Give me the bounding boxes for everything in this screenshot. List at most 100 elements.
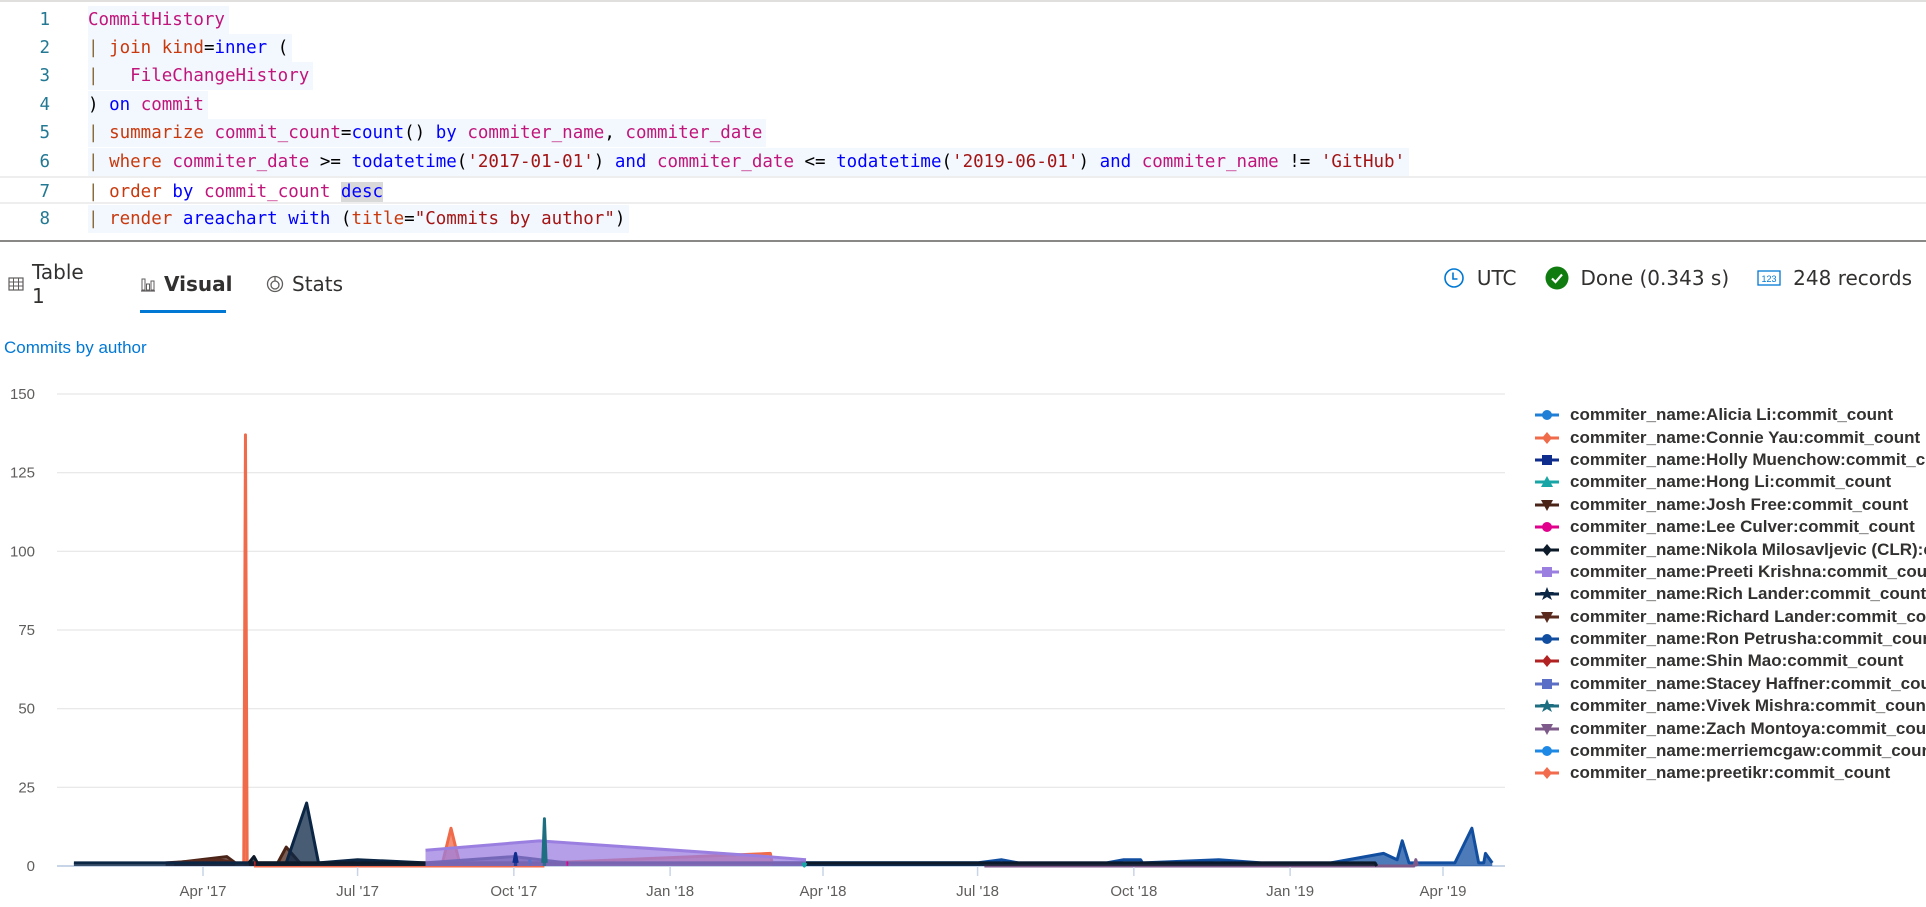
code-line[interactable]: 8 | render areachart with (title="Commits… (0, 205, 1926, 233)
code-line[interactable]: 2 | join kind=inner ( (0, 34, 1926, 62)
code-line[interactable]: 3 | FileChangeHistory (0, 62, 1926, 90)
legend-label: commiter_name:Holly Muenchow:commit_coun… (1570, 449, 1926, 469)
code-line[interactable]: 5 | summarize commit_count=count() by com… (0, 119, 1926, 147)
series-1 (242, 433, 774, 866)
code-line[interactable]: 1 CommitHistory (0, 6, 1926, 34)
chart-title: Commits by author (4, 338, 147, 357)
legend-label: commiter_name:Stacey Haffner:commit_coun… (1570, 673, 1926, 693)
legend-label: commiter_name:Vivek Mishra:commit_count (1570, 696, 1926, 716)
x-tick-label: Jan '18 (646, 883, 694, 900)
code-token: with (288, 209, 331, 229)
legend-item[interactable]: commiter_name:Ron Petrusha:commit_count (1535, 628, 1926, 650)
code-token: ( (330, 209, 352, 229)
legend-label: commiter_name:Shin Mao:commit_count (1570, 651, 1904, 671)
code-text: | order by commit_count desc (88, 178, 387, 206)
legend-marker-icon (1535, 699, 1559, 713)
line-number: 3 (39, 66, 50, 86)
query-status: UTC Done (0.343 s) 123 248 records (1415, 262, 1912, 294)
line-number: 8 (39, 209, 50, 229)
code-token: >= (309, 152, 352, 172)
series-5 (566, 861, 569, 866)
clock-icon (1443, 267, 1465, 289)
legend-item[interactable]: commiter_name:Zach Montoya:commit_count (1535, 717, 1926, 739)
tab-visual[interactable]: Visual (140, 258, 232, 313)
code-token: ) (1078, 152, 1100, 172)
code-token: and (614, 152, 647, 172)
code-token: by (435, 123, 457, 143)
legend-marker-icon (1535, 723, 1559, 735)
code-token: title (351, 209, 405, 229)
legend-item[interactable]: commiter_name:preetikr:commit_count (1535, 762, 1926, 784)
code-text: | summarize commit_count=count() by comm… (88, 119, 767, 147)
legend-item[interactable]: commiter_name:Nikola Milosavljevic (CLR)… (1535, 538, 1926, 560)
code-token: summarize (109, 123, 204, 143)
chart-legend: commiter_name:Alicia Li:commit_count comm… (1535, 404, 1926, 785)
code-token: todatetime (351, 152, 457, 172)
code-token: commit (140, 95, 204, 115)
code-token: by (172, 182, 194, 202)
svg-text:123: 123 (1762, 274, 1777, 284)
legend-item[interactable]: commiter_name:Richard Lander:commit_coun… (1535, 606, 1926, 628)
code-text: | join kind=inner ( (88, 34, 293, 62)
code-token: areachart (182, 209, 278, 229)
tab-table-1[interactable]: Table 1 (8, 258, 84, 310)
code-token: () (404, 123, 436, 143)
x-tick-label: Apr '18 (799, 883, 846, 900)
code-token: join (109, 38, 152, 58)
legend-item[interactable]: commiter_name:Shin Mao:commit_count (1535, 650, 1926, 672)
stats-icon (266, 275, 284, 293)
query-editor[interactable]: 1 CommitHistory 2 | join kind=inner (3 | Fil… (0, 0, 1926, 242)
series-12 (527, 858, 533, 866)
code-line[interactable]: 7 | order by commit_count desc (0, 176, 1926, 204)
legend-label: commiter_name:Hong Li:commit_count (1570, 472, 1892, 492)
legend-item[interactable]: commiter_name:Holly Muenchow:commit_coun… (1535, 449, 1926, 471)
timezone-indicator[interactable]: UTC (1443, 266, 1517, 290)
legend-item[interactable]: commiter_name:Hong Li:commit_count (1535, 471, 1926, 493)
tab-label: Table 1 (32, 260, 84, 308)
legend-item[interactable]: commiter_name:Josh Free:commit_count (1535, 494, 1926, 516)
code-token: commiter_name (467, 123, 605, 143)
legend-label: commiter_name:Connie Yau:commit_count (1570, 427, 1921, 447)
legend-marker-icon (1535, 522, 1559, 533)
code-line[interactable]: 6 | where commiter_date >= todatetime('20… (0, 148, 1926, 176)
code-token: | (88, 123, 110, 143)
legend-item[interactable]: commiter_name:Alicia Li:commit_count (1535, 404, 1926, 426)
legend-item[interactable]: commiter_name:Lee Culver:commit_count (1535, 516, 1926, 538)
code-token: count (351, 123, 405, 143)
code-token: inner (214, 38, 268, 58)
y-tick-label: 25 (18, 779, 35, 796)
legend-label: commiter_name:Richard Lander:commit_coun… (1570, 606, 1926, 626)
legend-item[interactable]: commiter_name:Vivek Mishra:commit_count (1535, 695, 1926, 717)
legend-marker-icon (1535, 655, 1559, 668)
code-token: commiter_date (172, 152, 310, 172)
legend-item[interactable]: commiter_name:Preeti Krishna:commit_coun… (1535, 561, 1926, 583)
legend-item[interactable]: commiter_name:merriemcgaw:commit_count (1535, 740, 1926, 762)
legend-item[interactable]: commiter_name:Stacey Haffner:commit_coun… (1535, 673, 1926, 695)
records-label: 248 records (1793, 266, 1912, 290)
line-number: 2 (39, 38, 50, 58)
legend-item[interactable]: commiter_name:Rich Lander:commit_count (1535, 583, 1926, 605)
legend-marker-icon (1535, 587, 1559, 601)
code-token: desc (340, 182, 384, 202)
legend-marker-icon (1535, 431, 1559, 444)
code-token: = (340, 123, 352, 143)
series-line (242, 433, 774, 865)
tab-label: Visual (164, 272, 233, 296)
done-label: Done (0.343 s) (1580, 266, 1730, 290)
code-line[interactable]: 4) on commit (0, 91, 1926, 119)
x-tick-label: Oct '18 (1110, 883, 1157, 900)
legend-item[interactable]: commiter_name:Connie Yau:commit_count (1535, 426, 1926, 448)
series-11 (253, 861, 256, 866)
table-icon (8, 276, 24, 292)
tab-stats[interactable]: Stats (266, 258, 343, 310)
legend-marker-icon (1535, 543, 1559, 556)
area-chart: Apr '17 Jul '17 Oct '17 Jan '18 Apr '18 Jul '… (10, 386, 1505, 900)
series-2 (512, 851, 519, 866)
line-number: 5 (39, 123, 50, 143)
